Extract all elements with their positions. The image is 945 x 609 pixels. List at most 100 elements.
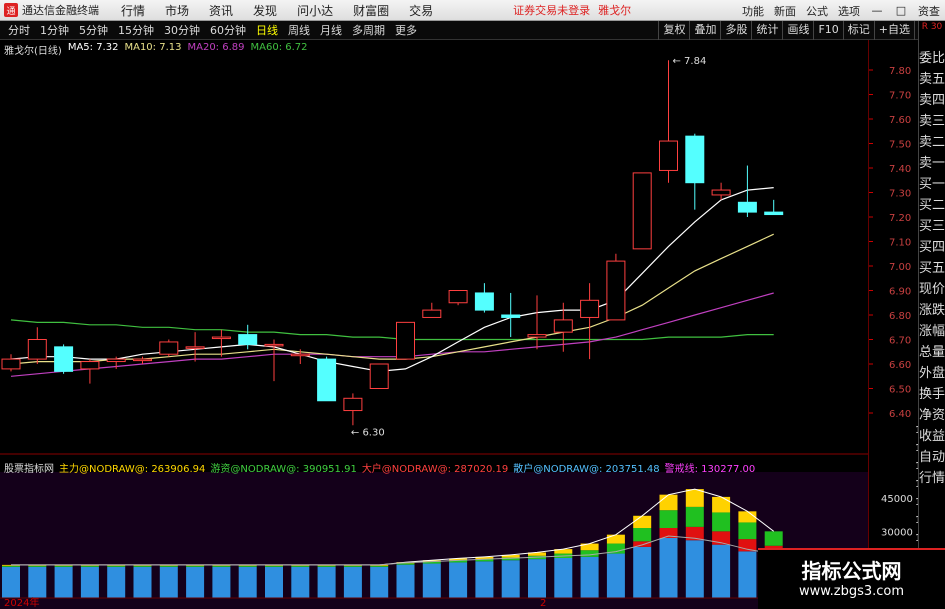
candle-body (54, 346, 74, 372)
menu-item-quotes[interactable]: 行情 (121, 2, 145, 19)
candle-body (264, 343, 284, 347)
indicator-bar-base (712, 544, 731, 598)
indicator-bar-green (580, 550, 599, 557)
indicator-bar-base (370, 566, 389, 598)
side-panel-item[interactable]: 净资 (919, 405, 945, 426)
side-panel-item[interactable]: 自动 (919, 447, 945, 468)
menu-item-trailing[interactable]: 资查 (918, 3, 940, 19)
menu-item-function[interactable]: 功能 (742, 3, 764, 19)
side-panel-item[interactable]: 涨跌 (919, 300, 945, 321)
side-panel-item[interactable]: 涨幅 (919, 321, 945, 342)
watermark-title: 指标公式网 (801, 559, 902, 583)
period-monthly[interactable]: 月线 (318, 22, 344, 38)
f10-button[interactable]: F10 (813, 21, 842, 40)
menu-item-news[interactable]: 资讯 (209, 2, 233, 19)
menu-bar: 通 通达信金融终端 行情 市场 资讯 发现 问小达 财富圈 交易 证券交易未登录… (0, 0, 945, 21)
candle-body (553, 319, 573, 333)
indicator-bar-base (659, 538, 678, 598)
menu-item-layout[interactable]: 新面 (774, 3, 796, 19)
candle-body (238, 334, 258, 345)
adjust-button[interactable]: 复权 (658, 21, 689, 40)
side-panel-item[interactable]: 买一 (919, 174, 945, 195)
indicator-bar-base (606, 553, 625, 598)
period-timeshare[interactable]: 分时 (6, 22, 32, 38)
side-panel-item[interactable]: 买四 (919, 237, 945, 258)
price-tick-label: 7.30 (889, 189, 911, 200)
indicator-bar-base (580, 556, 599, 598)
side-panel-item[interactable]: 卖二 (919, 132, 945, 153)
kline-chart[interactable]: ← 7.84 ← 6.30 2024年 2 (0, 40, 868, 609)
menu-item-formula[interactable]: 公式 (806, 3, 828, 19)
stats-button[interactable]: 统计 (751, 21, 782, 40)
side-panel-item[interactable]: 现价 (919, 279, 945, 300)
ma10-value: MA10: 7.13 (124, 42, 182, 53)
indicator-bar-base (2, 566, 20, 598)
price-tick-label: 7.00 (889, 262, 911, 273)
add-watchlist-button[interactable]: +自选 (873, 21, 914, 40)
price-tick-label: 7.70 (889, 91, 911, 102)
side-panel-item[interactable]: 卖五 (919, 69, 945, 90)
candle-body (422, 309, 442, 318)
price-tick-label: 6.50 (889, 385, 911, 396)
candle-body (133, 358, 152, 362)
side-panel-item[interactable]: 卖一 (919, 153, 945, 174)
indicator-bar-base (265, 566, 283, 598)
candle-body (606, 260, 626, 321)
draw-line-button[interactable]: 画线 (782, 21, 813, 40)
period-multi[interactable]: 多周期 (350, 22, 387, 38)
overlay-button[interactable]: 叠加 (689, 21, 720, 40)
price-tick-label: 6.70 (889, 336, 911, 347)
candle-body (737, 201, 757, 213)
mark-button[interactable]: 标记 (842, 21, 874, 40)
period-15min[interactable]: 15分钟 (116, 22, 156, 38)
side-panel-item[interactable]: 行情 (919, 468, 945, 489)
maximize-icon[interactable]: □ (894, 4, 908, 17)
multi-stock-button[interactable]: 多股 (720, 21, 751, 40)
side-panel-item[interactable]: 卖三 (919, 111, 945, 132)
indicator-bar-green (265, 565, 283, 567)
candle-body (632, 172, 652, 250)
login-notice[interactable]: 证券交易未登录 (513, 2, 590, 18)
side-panel-item[interactable]: 收益 (919, 426, 945, 447)
indicator-bar-base (54, 566, 73, 598)
quote-side-panel: R 30 委比 卖五 卖四 卖三 卖二 卖一 买一 买二 买三 买四 买五 现价 涨跌 涨幅 总量 外盘 换手净… (918, 21, 945, 609)
side-panel-item[interactable]: 买二 (919, 195, 945, 216)
menu-item-market[interactable]: 市场 (165, 2, 189, 19)
period-30min[interactable]: 30分钟 (162, 22, 202, 38)
price-tick-label: 6.60 (889, 360, 911, 371)
side-panel-item[interactable]: 换手 (919, 384, 945, 405)
period-more[interactable]: 更多 (393, 22, 419, 38)
period-weekly[interactable]: 周线 (286, 22, 312, 38)
menu-item-wealth[interactable]: 财富圈 (353, 2, 389, 19)
menu-item-discover[interactable]: 发现 (253, 2, 277, 19)
side-panel-item[interactable]: 总量 (919, 342, 945, 363)
period-5min[interactable]: 5分钟 (77, 22, 110, 38)
minimize-icon[interactable]: — (870, 4, 884, 17)
candle-body (80, 361, 100, 370)
retail-value: 散户@NODRAW@: 203751.48 (513, 464, 660, 475)
side-panel-item[interactable]: 委比 (919, 48, 945, 69)
side-panel-item[interactable]: 买五 (919, 258, 945, 279)
candle-body (474, 292, 494, 311)
side-panel-item[interactable]: 卖四 (919, 90, 945, 111)
price-tick-label: 7.40 (889, 164, 911, 175)
indicator-bar-green (685, 506, 704, 527)
candle-body (711, 189, 731, 196)
menu-item-options[interactable]: 选项 (838, 3, 860, 19)
period-60min[interactable]: 60分钟 (208, 22, 248, 38)
indicator-bar-green (28, 565, 47, 567)
side-panel-item[interactable]: 外盘 (919, 363, 945, 384)
indicator-bar-green (317, 565, 336, 567)
side-panel-item[interactable]: 买三 (919, 216, 945, 237)
period-1min[interactable]: 1分钟 (38, 22, 71, 38)
watermark-url: www.zbgs3.com (798, 584, 905, 599)
period-daily[interactable]: 日线 (254, 22, 280, 38)
candle-body (448, 290, 468, 304)
menu-item-trade[interactable]: 交易 (409, 2, 433, 19)
candle-body (369, 363, 389, 389)
menu-item-ask[interactable]: 问小达 (297, 2, 333, 19)
candle-body (317, 358, 337, 402)
price-tick-label: 7.50 (889, 140, 911, 151)
indicator-bar-base (685, 540, 704, 598)
indicator-bar-base (186, 566, 205, 598)
